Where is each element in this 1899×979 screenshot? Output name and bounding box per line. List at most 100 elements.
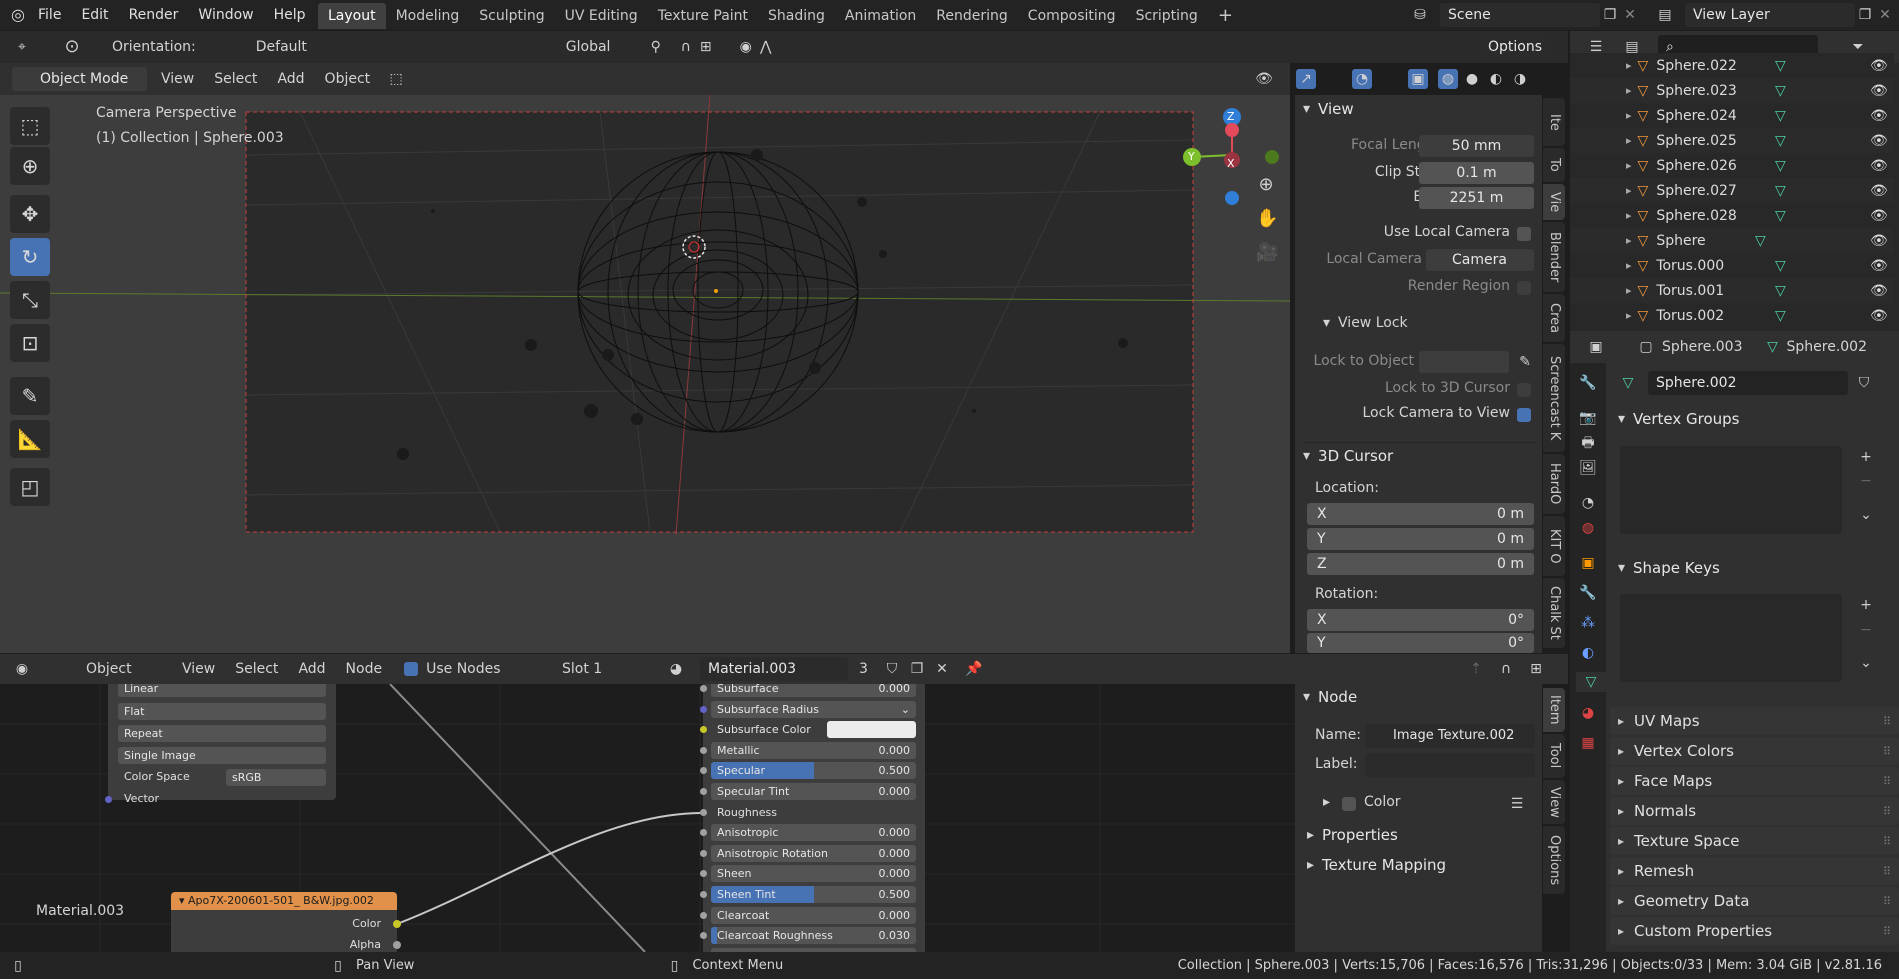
- interpolation-dropdown[interactable]: Linear: [118, 684, 326, 697]
- material-shading-icon[interactable]: ◐: [1486, 69, 1506, 89]
- outliner-item-name[interactable]: Sphere.025: [1656, 133, 1737, 149]
- properties-panel-header[interactable]: ▸ Vertex Colors ⠿: [1610, 737, 1899, 765]
- bsdf-input-field[interactable]: Sheen 0.000: [711, 865, 916, 883]
- view-layer-icon[interactable]: ▤: [1655, 5, 1675, 25]
- extension-dropdown[interactable]: Repeat: [118, 725, 326, 742]
- drag-handle-icon[interactable]: ⠿: [1883, 715, 1891, 728]
- world-tab-icon[interactable]: ◍: [1578, 518, 1598, 538]
- shape-key-remove-icon[interactable]: −: [1856, 620, 1876, 640]
- mode-dropdown[interactable]: Object Mode: [12, 67, 147, 91]
- new-view-layer-icon[interactable]: ❐: [1855, 5, 1875, 25]
- drag-handle-icon[interactable]: ⠿: [1883, 865, 1891, 878]
- shape-key-menu-icon[interactable]: ⌄: [1856, 653, 1876, 673]
- render-tab-icon[interactable]: 📷: [1578, 408, 1598, 428]
- color-list-icon[interactable]: ☰: [1507, 794, 1527, 814]
- input-socket[interactable]: [700, 767, 707, 775]
- cursor-rot-x-field[interactable]: X 0°: [1307, 609, 1534, 631]
- properties-section[interactable]: Properties: [1322, 826, 1398, 844]
- subsurface-color-swatch[interactable]: [827, 721, 916, 739]
- eye-icon[interactable]: 👁: [1870, 183, 1888, 199]
- particles-tab-icon[interactable]: ⁂: [1578, 613, 1598, 633]
- menu-help[interactable]: Help: [264, 0, 316, 30]
- properties-panel-header[interactable]: ▸ Geometry Data ⠿: [1610, 887, 1899, 915]
- properties-panel-header[interactable]: ▸ Custom Properties ⠿: [1610, 917, 1899, 945]
- input-socket[interactable]: [700, 849, 707, 857]
- pin-icon[interactable]: 📌: [964, 659, 984, 679]
- data-browse-icon[interactable]: ▽: [1618, 373, 1638, 393]
- lock-object-field[interactable]: [1419, 351, 1509, 373]
- transform-tool[interactable]: ⊡: [10, 324, 50, 362]
- bsdf-input-field[interactable]: Specular 0.500: [711, 762, 916, 780]
- texture-node-header[interactable]: ▾ Apo7X-200601-501_ B&W.jpg.002: [171, 892, 397, 910]
- input-socket[interactable]: [700, 829, 707, 837]
- drag-handle-icon[interactable]: ⠿: [1883, 775, 1891, 788]
- projection-dropdown[interactable]: Flat: [118, 703, 326, 720]
- input-socket[interactable]: [700, 870, 707, 878]
- outliner-row[interactable]: ▸ ▽ Sphere.022 ▽ 👁: [1570, 53, 1894, 78]
- lock-camera-checkbox[interactable]: [1517, 408, 1531, 422]
- measure-tool[interactable]: 📐: [10, 420, 50, 458]
- outliner-row[interactable]: ▸ ▽ Sphere.027 ▽ 👁: [1570, 178, 1894, 203]
- outliner-item-name[interactable]: Sphere.024: [1656, 108, 1737, 124]
- eye-icon[interactable]: 👁: [1870, 158, 1888, 174]
- sidebar-tab-item[interactable]: Ite: [1543, 98, 1565, 146]
- input-socket[interactable]: [700, 705, 707, 713]
- pan-hand-icon[interactable]: ✋: [1256, 209, 1278, 229]
- rotate-tool[interactable]: ↻: [10, 238, 50, 276]
- vector-socket[interactable]: [105, 796, 112, 803]
- local-camera-field[interactable]: Camera: [1426, 249, 1534, 271]
- clip-end-field[interactable]: 2251 m: [1419, 187, 1534, 209]
- snap-target-icon[interactable]: ⊞: [696, 37, 716, 57]
- node-editor[interactable]: Linear Flat Repeat Single Image Color Sp…: [0, 684, 1295, 952]
- view-lock-title[interactable]: View Lock: [1338, 315, 1408, 331]
- delete-view-layer-icon[interactable]: ✕: [1875, 5, 1895, 25]
- scene-tab-icon[interactable]: ◔: [1578, 493, 1598, 513]
- source-dropdown[interactable]: Single Image: [118, 747, 326, 764]
- view-section-title[interactable]: View: [1318, 100, 1354, 118]
- pivot-icon[interactable]: ⊙: [62, 37, 82, 57]
- outliner-item-name[interactable]: Sphere: [1656, 233, 1705, 249]
- outliner-item-name[interactable]: Sphere.023: [1656, 83, 1737, 99]
- annotate-tool[interactable]: ✎: [10, 377, 50, 415]
- expand-icon[interactable]: ▸: [1626, 84, 1632, 97]
- editor-type-icon[interactable]: ◉: [12, 659, 32, 679]
- orientation-dropdown[interactable]: Default: [236, 39, 346, 55]
- expand-icon[interactable]: ▸: [1626, 159, 1632, 172]
- texture-mapping-section[interactable]: Texture Mapping: [1322, 856, 1446, 874]
- outliner-row[interactable]: ▸ ▽ Sphere ▽ 👁: [1570, 228, 1894, 253]
- node-menu-node[interactable]: Node: [346, 661, 383, 677]
- outliner-item-name[interactable]: Sphere.022: [1656, 58, 1737, 74]
- 3d-cursor-title[interactable]: 3D Cursor: [1318, 447, 1393, 465]
- node-name-field[interactable]: Image Texture.002: [1365, 724, 1535, 748]
- expand-icon[interactable]: ▸: [1626, 109, 1632, 122]
- expand-icon[interactable]: ▸: [1626, 59, 1632, 72]
- cursor-z-field[interactable]: Z0 m: [1307, 553, 1534, 575]
- eye-icon[interactable]: 👁: [1870, 258, 1888, 274]
- input-socket[interactable]: [700, 726, 707, 734]
- vertex-group-add-icon[interactable]: +: [1856, 447, 1876, 467]
- scene-icon[interactable]: ⛁: [1410, 5, 1430, 25]
- node-tab-options[interactable]: Options: [1543, 826, 1565, 894]
- options-button[interactable]: Options: [1480, 35, 1551, 59]
- fake-user-icon[interactable]: ⛉: [882, 659, 902, 679]
- outliner-item-name[interactable]: Sphere.027: [1656, 183, 1737, 199]
- use-local-camera-checkbox[interactable]: [1517, 227, 1531, 241]
- scene-field[interactable]: Scene: [1440, 3, 1600, 27]
- eye-icon[interactable]: 👁: [1870, 283, 1888, 299]
- expand-icon[interactable]: ▸: [1626, 284, 1632, 297]
- expand-icon[interactable]: ▸: [1626, 234, 1632, 247]
- view-layer-tab-icon[interactable]: 🖼: [1578, 458, 1598, 478]
- eye-icon[interactable]: 👁: [1870, 133, 1888, 149]
- material-browse-icon[interactable]: ◕: [666, 659, 686, 679]
- tool-settings-icon[interactable]: ⌖: [12, 37, 32, 57]
- eye-icon[interactable]: 👁: [1870, 208, 1888, 224]
- object-type-dropdown[interactable]: Object: [66, 661, 166, 677]
- add-cube-tool[interactable]: ◰: [10, 468, 50, 506]
- sidebar-tab-screencast[interactable]: Screencast K: [1543, 344, 1565, 452]
- shape-key-add-icon[interactable]: +: [1856, 595, 1876, 615]
- transform-orientation-dropdown[interactable]: Global: [546, 39, 636, 55]
- snap-icon[interactable]: ⚲: [646, 37, 666, 57]
- focal-length-field[interactable]: 50 mm: [1419, 135, 1534, 157]
- bsdf-input-field[interactable]: Metallic 0.000: [711, 741, 916, 759]
- scale-tool[interactable]: ⤡: [10, 281, 50, 319]
